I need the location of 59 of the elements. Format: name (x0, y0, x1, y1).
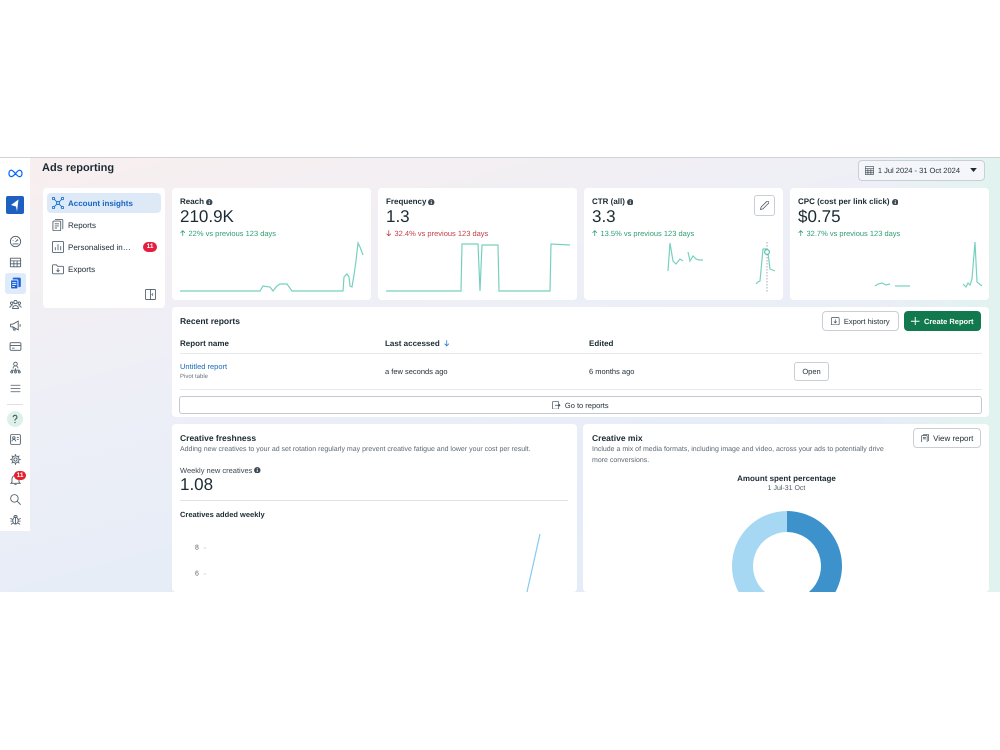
documents-icon (8, 277, 22, 290)
gauge-icon (8, 235, 22, 248)
metric-value: 1.3 (386, 207, 411, 227)
search-icon (8, 492, 22, 506)
column-header[interactable]: Report name (180, 339, 229, 348)
metric-label: Frequency (386, 197, 426, 207)
edit-button[interactable] (754, 195, 775, 216)
section-title: Creative freshness (180, 432, 258, 444)
bug-icon (8, 512, 22, 526)
bar-chart-icon (52, 241, 64, 253)
metric-value: 1.08 (180, 475, 214, 495)
section-title: Creative mix (592, 432, 644, 444)
document-icon (52, 219, 64, 231)
view-report-button[interactable]: View report (913, 428, 981, 448)
nav-button[interactable] (5, 409, 25, 429)
info-icon (254, 466, 261, 474)
info-icon (626, 198, 634, 206)
download-tray-icon (831, 316, 840, 326)
calendar-icon (864, 166, 874, 174)
megaphone-icon (8, 319, 22, 332)
arrow-tile-icon[interactable] (6, 196, 24, 214)
menu-icon (8, 382, 22, 395)
metric-value: $0.75 (798, 207, 842, 227)
info-icon (206, 198, 213, 206)
column-header[interactable]: Edited (589, 339, 614, 348)
infinity-logo-icon (8, 168, 22, 178)
sidebar-toggle-icon[interactable] (145, 289, 156, 300)
column-header[interactable]: Last accessed (385, 339, 450, 348)
info-icon (892, 198, 898, 206)
help-icon (7, 411, 23, 427)
sidebar-item[interactable]: Reports (47, 215, 161, 235)
document-icon (920, 434, 930, 442)
people-icon (8, 298, 22, 311)
id-card-icon (8, 432, 22, 446)
sidebar-item[interactable]: Exports (47, 259, 161, 279)
metric-value: 210.9K (180, 207, 235, 227)
nav-button[interactable] (4, 273, 26, 294)
settings-icon (8, 452, 22, 466)
metric-label: CTR (all) (592, 197, 625, 207)
chart-title: Amount spent percentage (737, 472, 836, 484)
folder-icon (52, 263, 64, 275)
caret-down-icon (970, 168, 977, 172)
arrow-down-icon (444, 340, 450, 347)
info-icon (428, 198, 435, 206)
section-title: Recent reports (180, 316, 240, 326)
document-arrow-icon (552, 400, 561, 410)
sidebar-item[interactable]: Account insights (47, 193, 161, 213)
org-chart-icon (8, 361, 22, 374)
metric-value: 3.3 (592, 207, 617, 227)
bell-icon (8, 472, 22, 486)
trend-line (526, 534, 541, 592)
metric-label: Reach (180, 197, 204, 207)
page-title: Ads reporting (42, 161, 114, 176)
network-icon (52, 197, 64, 209)
plus-icon (911, 316, 920, 326)
credit-card-icon (8, 340, 22, 353)
pencil-icon (760, 201, 769, 210)
table-icon (8, 256, 22, 269)
metric-label: CPC (cost per link click) (798, 197, 890, 207)
